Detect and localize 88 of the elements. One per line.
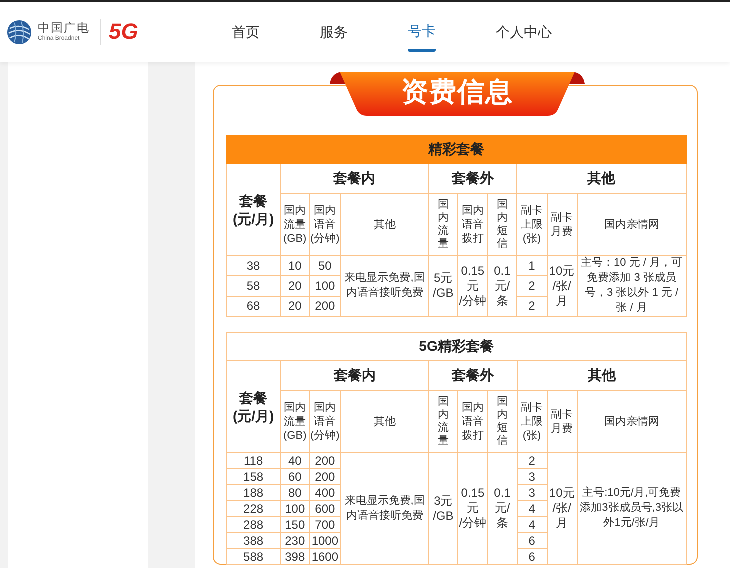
column-header: 其他 bbox=[374, 218, 396, 232]
column-header: 国内语音拨打 bbox=[460, 204, 485, 246]
column-header: 副卡月费 bbox=[550, 408, 574, 436]
column-header: 副卡上限(张) bbox=[520, 204, 544, 246]
table-cell: 60 bbox=[280, 468, 310, 484]
column-header: 其他 bbox=[517, 360, 686, 390]
table-cell-text: 0.15 bbox=[460, 264, 486, 278]
table-cell: 主号：10 元 / 月，可免费添加 3 张成员号，3 张以外 1 元 / 张 / 月 bbox=[577, 256, 686, 316]
nav-tab[interactable]: 首页 bbox=[232, 2, 260, 62]
column-header: (元/月) bbox=[232, 406, 276, 424]
table-cell-text: /张/ bbox=[552, 278, 572, 294]
table-title: 5G精彩套餐 bbox=[226, 332, 686, 360]
table-cell-text: 月 bbox=[555, 294, 570, 308]
table-cell: 68 bbox=[226, 296, 281, 316]
column-header: 国内语音(分钟) bbox=[310, 400, 340, 442]
table-cell: 150 bbox=[280, 516, 310, 532]
table-cell: /分钟 bbox=[458, 294, 488, 308]
nav-tab[interactable]: 号卡 bbox=[408, 2, 436, 52]
table-cell-text: 月 bbox=[555, 516, 570, 531]
column-header: 国内流量 bbox=[438, 198, 449, 250]
column-header: 副卡上限(张) bbox=[520, 400, 544, 442]
table-cell-text: 条 bbox=[496, 516, 510, 531]
table-cell: 588 bbox=[226, 548, 281, 564]
table-cell: 20 bbox=[280, 296, 310, 316]
table-cell-text: /GB bbox=[432, 508, 455, 524]
table-cell-text: 元 bbox=[466, 278, 480, 294]
table-cell-text: /张/ bbox=[552, 501, 572, 516]
column-header: 国内语音拨打 bbox=[460, 400, 485, 442]
table-cell-text: 10元 bbox=[548, 264, 576, 278]
column-header: 国内短信 bbox=[497, 396, 508, 448]
table-cell: 20 bbox=[280, 276, 310, 296]
column-header: 套餐外 bbox=[428, 360, 518, 390]
table-cell: 200 bbox=[310, 452, 341, 468]
column-header: 其他 bbox=[374, 414, 396, 428]
column-header: 国内流量 bbox=[438, 396, 449, 448]
table-cell-text: 元/ bbox=[494, 278, 512, 294]
table-cell-text: 元 bbox=[466, 501, 480, 516]
table-cell: /分钟 bbox=[458, 516, 488, 531]
table-cell-text: 元/ bbox=[494, 501, 512, 516]
table-cell: 50 bbox=[310, 256, 341, 276]
table-cell: 230 bbox=[280, 532, 310, 548]
column-header: 国内亲情网 bbox=[604, 414, 660, 428]
table-cell: 228 bbox=[226, 500, 281, 516]
table-cell: 40 bbox=[280, 452, 310, 468]
table-cell: 2 bbox=[517, 452, 548, 468]
table-cell: 158 bbox=[226, 468, 281, 484]
globe-logo-icon bbox=[7, 20, 32, 44]
column-header: 套餐内 bbox=[280, 164, 429, 194]
table-cell: 188 bbox=[226, 484, 281, 500]
table-title: 精彩套餐 bbox=[226, 136, 686, 164]
banner-title: 资费信息 bbox=[330, 72, 585, 116]
table-cell-text: 5元 bbox=[433, 271, 454, 286]
brand-name: 中国广电 bbox=[38, 21, 90, 35]
table-cell-text: /GB bbox=[432, 286, 455, 301]
nav-tab[interactable]: 服务 bbox=[320, 2, 348, 62]
table-cell: 100 bbox=[280, 500, 310, 516]
table-cell-text: 条 bbox=[495, 294, 510, 308]
table-cell: 118 bbox=[226, 452, 281, 468]
table-cell: 来电显示免费,国内语音接听免费 bbox=[340, 256, 429, 316]
nav-tab[interactable]: 个人中心 bbox=[496, 2, 552, 62]
table-cell: 288 bbox=[226, 516, 281, 532]
column-header: 副卡月费 bbox=[550, 210, 574, 238]
table-cell-text: 0.1 bbox=[493, 486, 512, 501]
table-cell-text: 10元 bbox=[548, 486, 576, 501]
column-header: 国内流量(GB) bbox=[282, 204, 308, 246]
logo-text: 5G bbox=[109, 20, 138, 44]
table-cell-text: 3元 bbox=[433, 494, 454, 508]
table-cell: 主号:10元/月,可免费添加3张成员号,3张以外1元/张/月 bbox=[577, 452, 686, 564]
table-cell: 10 bbox=[280, 256, 310, 276]
column-header: 套餐外 bbox=[428, 164, 517, 194]
table-cell: 1 bbox=[516, 256, 548, 276]
table-cell: 80 bbox=[280, 484, 310, 500]
column-header: 国内语音(分钟) bbox=[310, 204, 340, 246]
column-header: (元/月) bbox=[232, 210, 276, 228]
column-header: 国内流量(GB) bbox=[282, 400, 308, 442]
table-cell: 来电显示免费,国内语音接听免费 bbox=[340, 452, 429, 564]
column-header: 套餐 bbox=[238, 192, 269, 210]
table-cell-text: 0.1 bbox=[493, 264, 512, 278]
table-cell: 58 bbox=[226, 276, 281, 296]
table-cell: 388 bbox=[226, 532, 281, 548]
column-header: 国内短信 bbox=[496, 198, 508, 250]
column-header: 国内亲情网 bbox=[604, 218, 660, 232]
table-cell: 398 bbox=[280, 548, 310, 564]
table-cell: 38 bbox=[226, 256, 281, 276]
column-header: 套餐内 bbox=[280, 360, 429, 390]
column-header: 套餐 bbox=[238, 388, 269, 406]
table-cell-text: 0.15 bbox=[460, 486, 486, 501]
column-header: 其他 bbox=[516, 164, 686, 194]
